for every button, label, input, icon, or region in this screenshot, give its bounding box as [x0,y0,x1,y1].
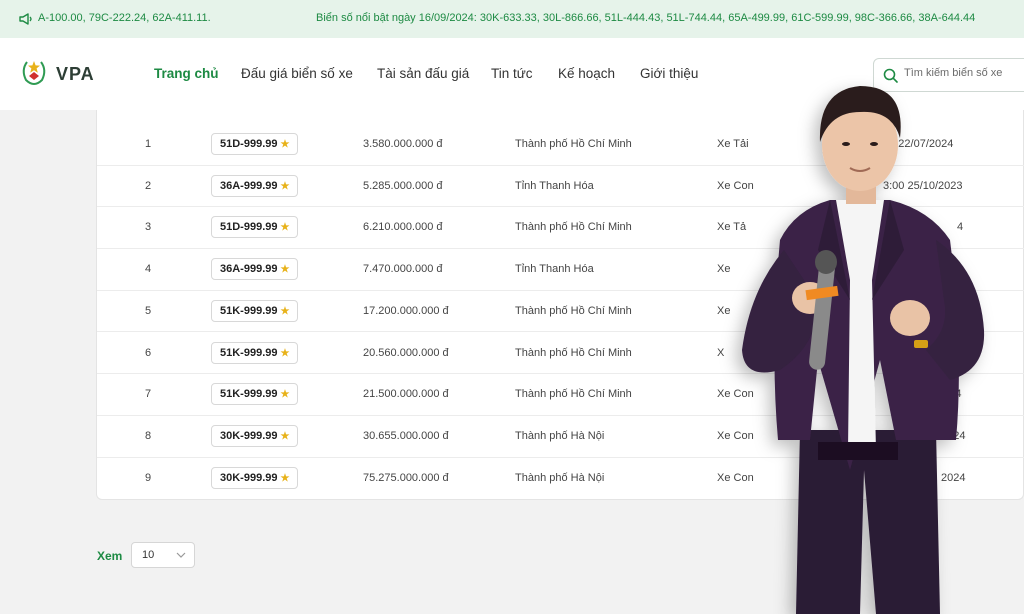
star-icon: ★ [280,347,290,359]
row-index: 6 [145,346,152,359]
nav-plate-auction[interactable]: Đấu giá biển số xe [241,66,353,81]
row-price: 17.200.000.000 đ [363,304,449,317]
plate-number: 51K-999.99 [220,304,278,317]
row-price: 21.500.000.000 đ [363,388,449,401]
star-icon: ★ [280,264,290,276]
row-index: 3 [145,221,152,234]
row-index: 8 [145,429,152,442]
row-city: Thành phố Hồ Chí Minh [515,138,632,150]
nav-home[interactable]: Trang chủ [154,66,219,81]
plate-number: 51K-999.99 [220,346,278,359]
row-city: Thành phố Hồ Chí Minh [515,346,632,359]
row-price: 75.275.000.000 đ [363,471,449,484]
ticker-text-highlight: Biển số nổi bật ngày 16/09/2024: 30K-633… [316,12,976,24]
nav-news[interactable]: Tin tức [491,66,533,81]
page-size-select[interactable]: 10 [131,542,195,568]
row-city: Thành phố Hồ Chí Minh [515,221,632,234]
page-size-label: Xem [97,549,123,563]
row-index: 4 [145,263,152,276]
row-price: 3.580.000.000 đ [363,138,443,150]
plate-number: 51D-999.99 [220,221,278,234]
megaphone-icon [18,11,34,27]
row-price: 30.655.000.000 đ [363,429,449,442]
plate-number: 30K-999.99 [220,471,278,484]
star-icon: ★ [280,180,290,192]
nav-about[interactable]: Giới thiệu [640,66,698,81]
ticker-text-left: A-100.00, 79C-222.24, 62A-411.11. [38,12,211,24]
row-city: Thành phố Hồ Chí Minh [515,304,632,317]
plate-badge[interactable]: 51D-999.99 ★ [211,133,299,155]
logo[interactable]: VPA [18,56,95,93]
plate-number: 36A-999.99 [220,179,278,192]
nav-assets[interactable]: Tài sản đấu giá [377,66,469,81]
ticker-bar: A-100.00, 79C-222.24, 62A-411.11. Biển s… [0,0,1024,38]
star-icon: ★ [280,472,290,484]
star-icon: ★ [280,222,290,234]
plate-badge[interactable]: 51K-999.99 ★ [211,299,299,322]
plate-badge[interactable]: 36A-999.99 ★ [211,174,299,197]
star-icon: ★ [280,430,290,442]
plate-badge[interactable]: 51K-999.99 ★ [211,383,299,406]
nav-plan[interactable]: Kế hoạch [558,66,615,81]
presenter-photo [742,86,985,614]
row-index: 9 [145,471,152,484]
logo-text: VPA [56,64,95,84]
plate-badge[interactable]: 51K-999.99 ★ [211,341,299,364]
star-icon: ★ [280,139,290,150]
row-price: 20.560.000.000 đ [363,346,449,359]
chevron-down-icon [176,552,186,558]
plate-badge[interactable]: 30K-999.99 ★ [211,424,299,447]
row-price: 6.210.000.000 đ [363,221,443,234]
page-size-value: 10 [142,549,155,561]
plate-number: 51D-999.99 [220,138,278,150]
star-icon: ★ [280,305,290,317]
plate-number: 30K-999.99 [220,429,278,442]
row-city: Tỉnh Thanh Hóa [515,179,594,192]
row-index: 7 [145,388,152,401]
plate-badge[interactable]: 51D-999.99 ★ [211,216,299,239]
plate-badge[interactable]: 36A-999.99 ★ [211,258,299,281]
row-index: 2 [145,179,152,192]
row-city: Thành phố Hà Nội [515,471,605,484]
row-city: Tỉnh Thanh Hóa [515,263,594,276]
row-index: 1 [145,138,152,150]
row-index: 5 [145,304,152,317]
star-icon: ★ [280,389,290,401]
row-price: 5.285.000.000 đ [363,179,443,192]
plate-badge[interactable]: 30K-999.99 ★ [211,466,299,489]
laurel-star-icon [18,56,50,93]
row-city: Thành phố Hồ Chí Minh [515,388,632,401]
plate-number: 36A-999.99 [220,263,278,276]
row-city: Thành phố Hà Nội [515,429,605,442]
plate-number: 51K-999.99 [220,388,278,401]
row-price: 7.470.000.000 đ [363,263,443,276]
